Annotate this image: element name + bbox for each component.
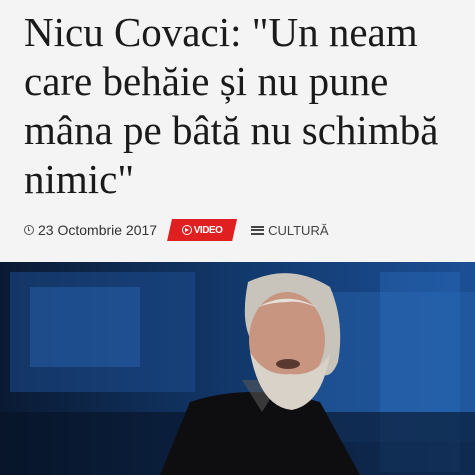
play-circle-icon [181, 225, 192, 235]
video-badge-label: VIDEO [193, 224, 223, 236]
menu-lines-icon [251, 225, 265, 235]
clock-icon [24, 225, 34, 235]
category-label: CULTURĂ [268, 222, 329, 238]
article-headline[interactable]: Nicu Covaci: "Un neam care behăie și nu … [24, 8, 464, 204]
interview-photo-illustration [0, 262, 475, 475]
publish-date-text: 23 Octombrie 2017 [38, 222, 158, 238]
article-header: Nicu Covaci: "Un neam care behăie și nu … [0, 0, 475, 262]
video-badge[interactable]: VIDEO [167, 219, 238, 241]
article-photo[interactable] [0, 262, 475, 475]
category-link[interactable]: CULTURĂ [251, 222, 329, 238]
article-meta: 23 Octombrie 2017 VIDEO CULTURĂ [24, 218, 329, 242]
publish-date: 23 Octombrie 2017 [24, 222, 157, 238]
